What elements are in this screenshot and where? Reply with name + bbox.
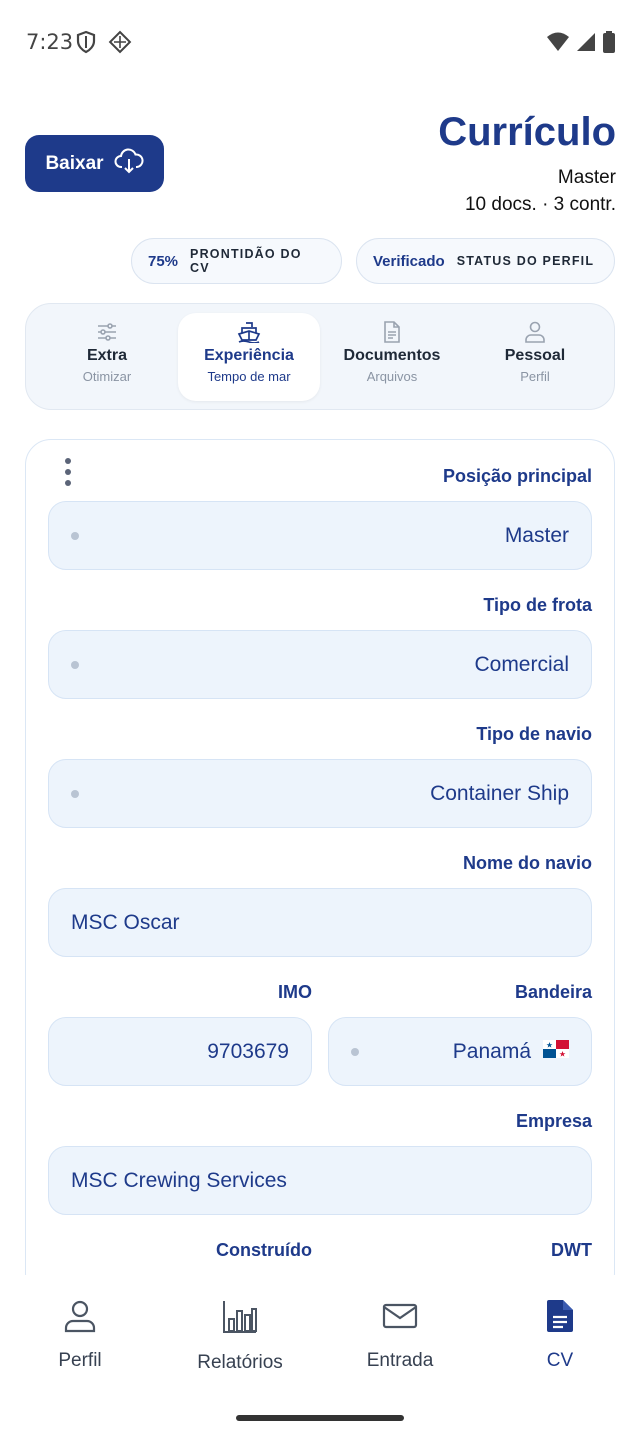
sliders-icon [96,321,118,343]
nav-profile-label: Perfil [58,1350,102,1371]
tab-documents[interactable]: Documentos Arquivos [321,313,463,401]
nav-cv-label: CV [546,1350,574,1371]
imo-input[interactable]: 9703679 [48,1017,312,1086]
vessel-name-label: Nome do navio [462,853,592,873]
tab-personal-sub: Perfil [520,369,550,384]
flag-value: Panamá [452,1039,531,1063]
experience-card: Posição principal Master Tipo de frota C… [25,439,615,1299]
nav-reports[interactable]: Relatórios [160,1299,320,1374]
more-options-icon[interactable] [64,458,72,486]
section-tabs: Extra Otimizar Experiência Tempo de mar … [25,303,615,410]
flag-label: Bandeira [514,982,592,1002]
tab-extra[interactable]: Extra Otimizar [36,313,178,401]
main-position-value: Master [504,523,569,547]
tab-documents-sub: Arquivos [366,369,418,384]
cloud-download-icon [114,148,144,180]
bar-chart-icon [222,1299,258,1340]
imo-value: 9703679 [207,1039,289,1063]
nav-reports-label: Relatórios [197,1352,283,1373]
signal-icon [576,31,596,58]
wifi-icon [546,31,570,58]
cv-readiness-label: PRONTIDÃO DO CV [190,247,302,275]
select-dot-icon [351,1048,359,1056]
select-dot-icon [71,532,79,540]
tab-personal[interactable]: Pessoal Perfil [464,313,606,401]
vessel-type-select[interactable]: Container Ship [48,759,592,828]
battery-icon [602,30,616,59]
profile-status-value: Verificado [373,252,445,270]
nav-cv[interactable]: CV [480,1299,640,1372]
tab-extra-label: Extra [86,347,128,364]
grid-diamond-icon [108,30,132,59]
fleet-type-select[interactable]: Comercial [48,630,592,699]
profile-status-label: STATUS DO PERFIL [456,254,595,268]
fleet-type-label: Tipo de frota [483,595,592,615]
mail-icon [382,1299,418,1338]
document-icon [382,321,402,343]
document-icon [545,1299,575,1338]
profile-status-chip: Verificado STATUS DO PERFIL [356,238,615,284]
home-indicator[interactable] [236,1415,404,1421]
tab-experience-label: Experiência [204,347,294,364]
person-icon [63,1299,97,1338]
vessel-type-value: Container Ship [430,781,569,805]
flag-select[interactable]: Panamá [328,1017,592,1086]
shield-icon [76,30,96,59]
tab-experience-sub: Tempo de mar [207,369,291,384]
built-label: Construído [216,1240,312,1260]
bottom-navigation: Perfil Relatórios Entrada CV [0,1275,640,1437]
ship-icon [237,321,261,344]
user-position: Master [557,167,616,188]
tab-experience[interactable]: Experiência Tempo de mar [178,313,320,401]
nav-inbox-label: Entrada [366,1350,434,1371]
imo-label: IMO [278,982,312,1002]
page-title: Currículo [438,110,616,154]
company-input[interactable]: MSC Crewing Services [48,1146,592,1215]
select-dot-icon [71,790,79,798]
vessel-type-label: Tipo de navio [476,724,592,744]
download-button-label: Baixar [45,152,104,174]
status-bar: 7:23 [0,0,640,84]
vessel-name-input[interactable]: MSC Oscar [48,888,592,957]
panama-flag-icon [543,1039,569,1064]
tab-personal-label: Pessoal [504,347,566,364]
main-position-label: Posição principal [442,466,592,486]
fleet-type-value: Comercial [474,652,569,676]
company-value: MSC Crewing Services [71,1168,287,1192]
download-button[interactable]: Baixar [25,135,164,192]
nav-profile[interactable]: Perfil [0,1299,160,1372]
company-label: Empresa [515,1111,592,1131]
tab-documents-label: Documentos [343,347,441,364]
cv-meta: 10 docs. · 3 contr. [464,194,616,215]
main-position-select[interactable]: Master [48,501,592,570]
status-time: 7:23 [26,30,74,54]
tab-extra-sub: Otimizar [82,369,132,384]
select-dot-icon [71,661,79,669]
cv-readiness-value: 75% [148,252,179,270]
cv-readiness-chip: 75% PRONTIDÃO DO CV [131,238,342,284]
dwt-label: DWT [551,1240,592,1260]
person-icon [524,321,546,343]
nav-inbox[interactable]: Entrada [320,1299,480,1372]
vessel-name-value: MSC Oscar [71,910,180,934]
